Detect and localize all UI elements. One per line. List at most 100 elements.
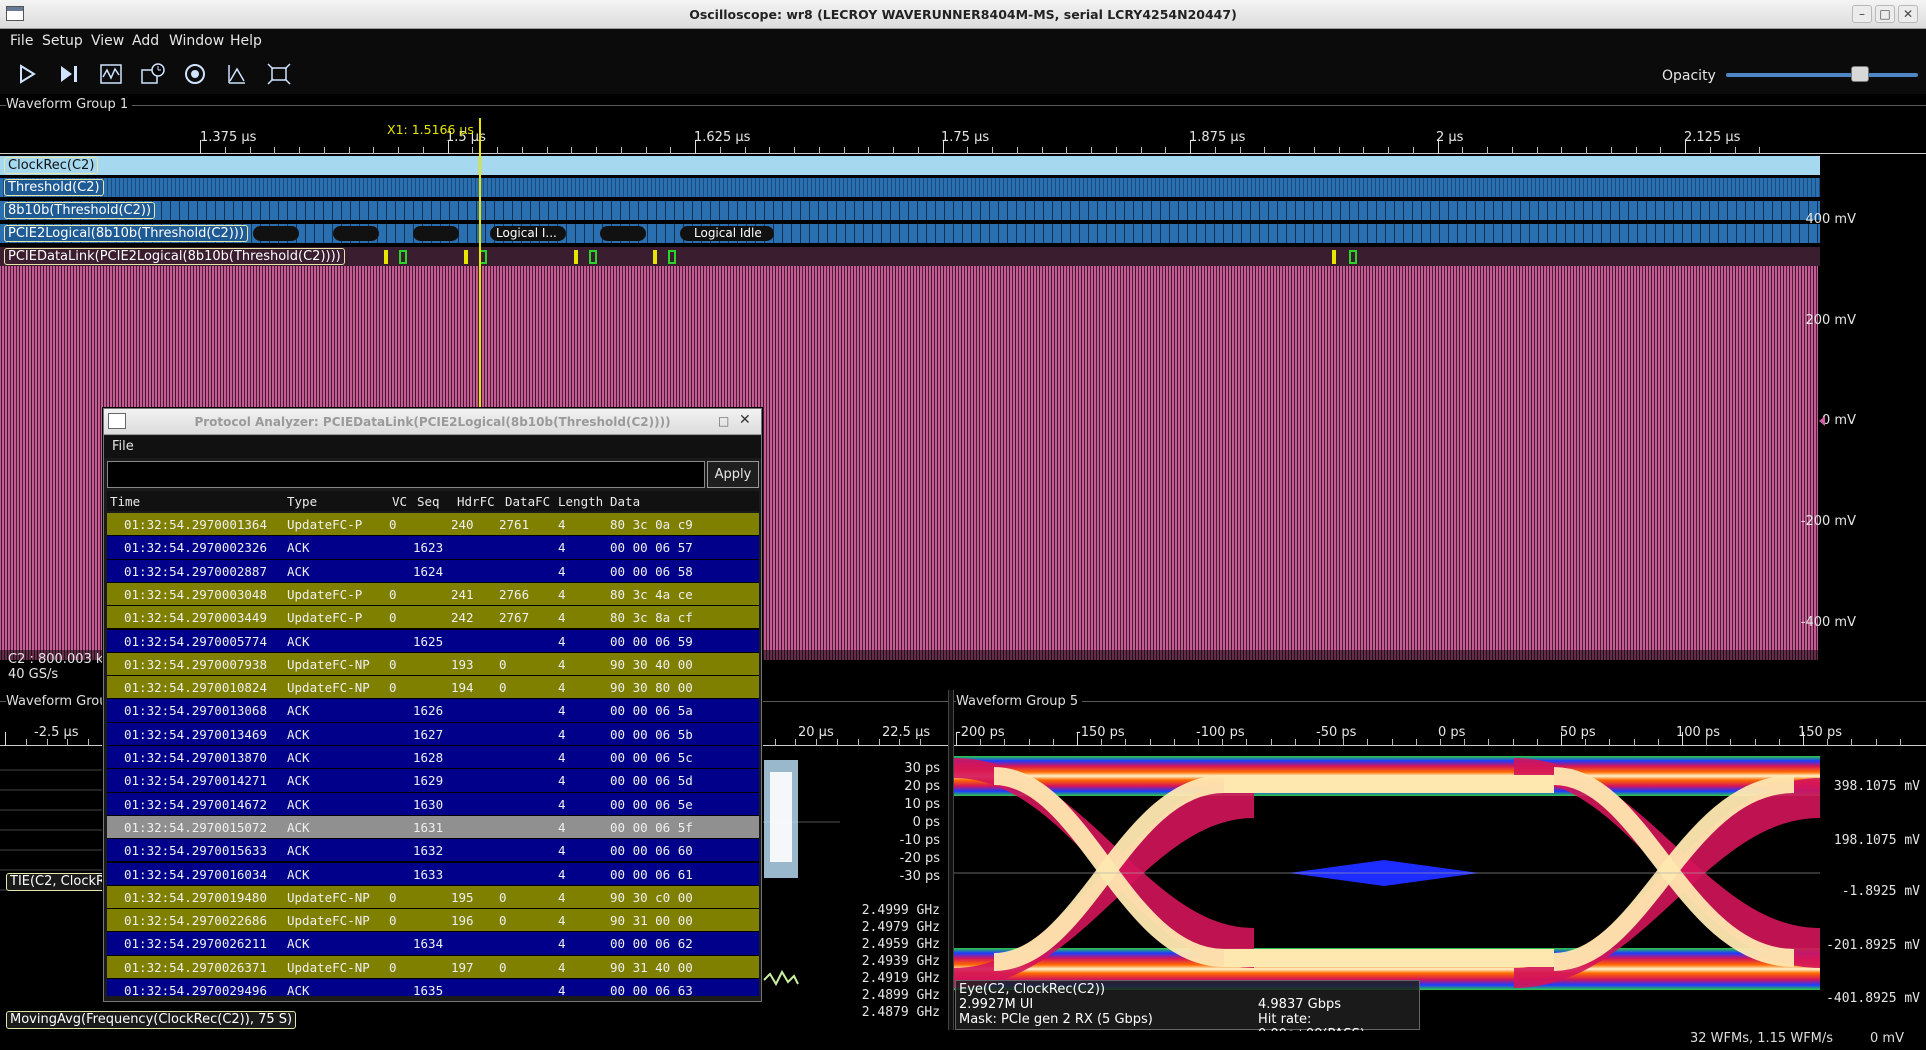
packet-row[interactable]: 01:32:54.2970015633 ACK 1632 4 00 00 06 60 bbox=[107, 839, 759, 863]
menu-add[interactable]: Add bbox=[132, 33, 159, 49]
tie-label[interactable]: TIE(C2, ClockR bbox=[6, 873, 110, 891]
menu-help[interactable]: Help bbox=[230, 33, 262, 49]
decode-row-8b10b[interactable]: 8b10b(Threshold(C2)) bbox=[0, 201, 1820, 220]
dllp-marker[interactable] bbox=[653, 250, 657, 264]
group5-time-ruler[interactable]: -200 ps -150 ps -100 ps -50 ps 0 ps 50 p… bbox=[954, 716, 1926, 746]
dllp-marker[interactable] bbox=[1332, 250, 1336, 264]
decode-row-clockrec[interactable]: ClockRec(C2) bbox=[0, 156, 1820, 175]
decode-packet[interactable] bbox=[253, 226, 299, 241]
cell-type: ACK bbox=[287, 936, 310, 952]
close-icon[interactable]: ✕ bbox=[739, 412, 751, 428]
eye-diagram[interactable] bbox=[954, 748, 1820, 998]
decode-packet[interactable] bbox=[600, 226, 646, 241]
decode-row-pcie2logical[interactable]: PCIE2Logical(8b10b(Threshold(C2))) Logic… bbox=[0, 224, 1820, 243]
packet-row[interactable]: 01:32:54.2970013870 ACK 1628 4 00 00 06 5c bbox=[107, 746, 759, 770]
packet-row[interactable]: 01:32:54.2970014271 ACK 1629 4 00 00 06 5d bbox=[107, 769, 759, 793]
column-header-hdrfc[interactable]: HdrFC bbox=[457, 494, 495, 509]
menu-setup[interactable]: Setup bbox=[42, 33, 83, 49]
dllp-marker[interactable] bbox=[574, 250, 578, 264]
column-header-vc[interactable]: VC bbox=[392, 494, 407, 509]
protocol-analyzer-window[interactable]: Protocol Analyzer: PCIEDataLink(PCIE2Log… bbox=[103, 408, 762, 1002]
step-icon[interactable] bbox=[54, 61, 84, 87]
minor-tick bbox=[1730, 739, 1732, 746]
column-header-data[interactable]: Data bbox=[610, 494, 640, 509]
packet-row[interactable]: 01:32:54.2970019480 UpdateFC-NP 0 195 0 4 90 3… bbox=[107, 885, 759, 910]
menu-file[interactable]: File bbox=[10, 33, 33, 49]
movingavg-label[interactable]: MovingAvg(Frequency(ClockRec(C2)), 75 S) bbox=[6, 1011, 297, 1029]
decode-row-pciedatalink[interactable]: PCIEDataLink(PCIE2Logical(8b10b(Threshol… bbox=[0, 247, 1820, 266]
play-icon[interactable] bbox=[12, 61, 42, 87]
time-tick-label: -200 ps bbox=[956, 725, 1005, 740]
trigger-icon[interactable] bbox=[180, 61, 210, 87]
packet-row[interactable]: 01:32:54.2970015072 ACK 1631 4 00 00 06 5f bbox=[107, 815, 759, 840]
column-header-datafc[interactable]: DataFC bbox=[505, 494, 550, 509]
menu-window[interactable]: Window bbox=[169, 33, 224, 49]
ground-marker-icon[interactable] bbox=[1819, 416, 1825, 426]
pa-menu-file[interactable]: File bbox=[112, 439, 134, 454]
column-header-time[interactable]: Time bbox=[110, 494, 140, 509]
packet-row[interactable]: 01:32:54.2970003048 UpdateFC-P 0 241 2766 4 80… bbox=[107, 582, 759, 607]
menu-view[interactable]: View bbox=[91, 33, 124, 49]
logical-idle-packet[interactable]: Logical I... bbox=[490, 226, 566, 241]
decode-packet[interactable] bbox=[333, 226, 379, 241]
packet-row[interactable]: 01:32:54.2970013068 ACK 1626 4 00 00 06 5a bbox=[107, 699, 759, 723]
packet-row[interactable]: 01:32:54.2970026211 ACK 1634 4 00 00 06 62 bbox=[107, 932, 759, 956]
protocol-analyzer-titlebar[interactable]: Protocol Analyzer: PCIEDataLink(PCIE2Log… bbox=[104, 409, 761, 435]
apply-button[interactable]: Apply bbox=[707, 461, 759, 488]
packet-row[interactable]: 01:32:54.2970010824 UpdateFC-NP 0 194 0 4 90 3… bbox=[107, 676, 759, 700]
dllp-marker[interactable] bbox=[668, 250, 676, 264]
cell-type: UpdateFC-NP bbox=[287, 889, 370, 905]
dllp-marker[interactable] bbox=[464, 250, 468, 264]
tie-axis-label: 0 ps bbox=[912, 815, 940, 830]
packet-row[interactable]: 01:32:54.2970002887 ACK 1624 4 00 00 06 58 bbox=[107, 559, 759, 583]
dllp-marker[interactable] bbox=[384, 250, 388, 264]
eye-info-panel[interactable]: Eye(C2, ClockRec(C2)) 2.9927M UI Mask: P… bbox=[955, 980, 1420, 1042]
cell-vc: 0 bbox=[389, 517, 397, 532]
fullscreen-icon[interactable] bbox=[264, 61, 294, 87]
cell-type: ACK bbox=[287, 843, 310, 859]
packet-row[interactable]: 01:32:54.2970022686 UpdateFC-NP 0 196 0 4 90 3… bbox=[107, 909, 759, 933]
cell-time: 01:32:54.2970016034 bbox=[124, 866, 267, 882]
channel-info[interactable]: C2 : 800.003 k 40 GS/s bbox=[8, 652, 103, 682]
cell-type: ACK bbox=[287, 563, 310, 579]
column-header-type[interactable]: Type bbox=[287, 494, 317, 509]
minimize-button[interactable]: – bbox=[1852, 5, 1872, 23]
tie-trace bbox=[764, 760, 798, 878]
cell-data: 00 00 06 57 bbox=[610, 540, 693, 556]
cell-length: 4 bbox=[558, 750, 566, 765]
packet-row[interactable]: 01:32:54.2970026371 UpdateFC-NP 0 197 0 4 90 3… bbox=[107, 955, 759, 979]
close-button[interactable]: ✕ bbox=[1898, 5, 1918, 23]
minor-tick bbox=[1633, 739, 1635, 746]
maximize-button[interactable]: □ bbox=[1875, 5, 1895, 23]
packet-row[interactable]: 01:32:54.2970013469 ACK 1627 4 00 00 06 5b bbox=[107, 722, 759, 746]
waveform-icon[interactable] bbox=[96, 61, 126, 87]
minor-tick bbox=[249, 147, 251, 154]
dllp-marker[interactable] bbox=[1349, 250, 1357, 264]
packet-row[interactable]: 01:32:54.2970014672 ACK 1630 4 00 00 06 5e bbox=[107, 792, 759, 816]
minor-tick bbox=[1343, 739, 1345, 746]
packet-row[interactable]: 01:32:54.2970005774 ACK 1625 4 00 00 06 59 bbox=[107, 629, 759, 653]
filter-input[interactable] bbox=[107, 461, 705, 488]
dllp-marker[interactable] bbox=[399, 250, 407, 264]
packet-row[interactable]: 01:32:54.2970029496 ACK 1635 4 00 00 06 63 bbox=[107, 979, 759, 996]
opacity-slider[interactable] bbox=[1726, 73, 1918, 77]
opacity-slider-handle[interactable] bbox=[1851, 66, 1870, 82]
measure-icon[interactable] bbox=[222, 61, 252, 87]
column-header-seq[interactable]: Seq bbox=[417, 494, 440, 509]
cell-length: 4 bbox=[558, 656, 566, 672]
dllp-marker[interactable] bbox=[589, 250, 597, 264]
packet-row[interactable]: 01:32:54.2970007938 UpdateFC-NP 0 193 0 4 90 3… bbox=[107, 652, 759, 677]
packet-table[interactable]: 01:32:54.2970001364 UpdateFC-P 0 240 2761 4 80… bbox=[107, 513, 759, 996]
decode-row-threshold[interactable]: Threshold(C2) bbox=[0, 178, 1820, 197]
group1-time-ruler[interactable]: 1.375 μs 1.5 μs 1.625 μs 1.75 μs 1.875 μ… bbox=[0, 118, 1926, 154]
decode-packet[interactable] bbox=[413, 226, 459, 241]
packet-row[interactable]: 01:32:54.2970001364 UpdateFC-P 0 240 2761 4 80… bbox=[107, 513, 759, 537]
logical-idle-packet[interactable]: Logical Idle bbox=[680, 226, 774, 241]
packet-row[interactable]: 01:32:54.2970016034 ACK 1633 4 00 00 06 61 bbox=[107, 862, 759, 886]
column-header-length[interactable]: Length bbox=[558, 494, 603, 509]
packet-row[interactable]: 01:32:54.2970003449 UpdateFC-P 0 242 2767 4 80… bbox=[107, 606, 759, 630]
time-tick-label: 50 ps bbox=[1560, 725, 1596, 740]
maximize-icon[interactable]: □ bbox=[718, 414, 729, 428]
history-icon[interactable] bbox=[138, 61, 168, 87]
packet-row[interactable]: 01:32:54.2970002326 ACK 1623 4 00 00 06 57 bbox=[107, 536, 759, 560]
